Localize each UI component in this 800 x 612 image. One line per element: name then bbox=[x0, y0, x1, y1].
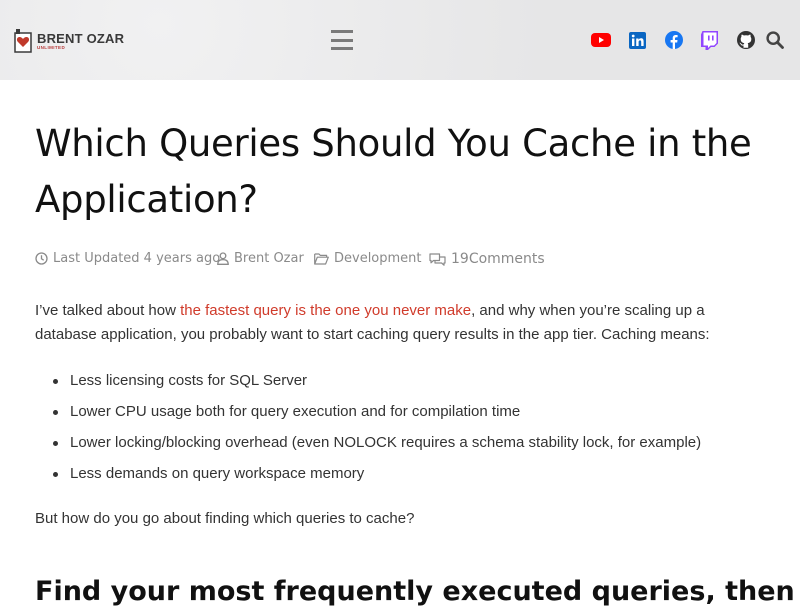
meta-author-link[interactable]: Brent Ozar bbox=[234, 251, 304, 266]
meta-comments-link[interactable]: 19Comments bbox=[451, 251, 545, 267]
fastest-query-link[interactable]: the fastest query is the one you never m… bbox=[180, 302, 471, 319]
logo-name: BRENT OZAR bbox=[37, 30, 125, 46]
list-item: Lower CPU usage both for query execution… bbox=[50, 400, 770, 431]
meta-author[interactable]: Brent Ozar bbox=[217, 251, 304, 266]
meta-comments[interactable]: 19Comments bbox=[429, 251, 545, 267]
site-logo[interactable]: BRENT OZAR UNLIMITED bbox=[13, 26, 124, 56]
meta-updated: Last Updated 4 years ago bbox=[35, 251, 220, 266]
section-heading: Find your most frequently executed queri… bbox=[35, 576, 795, 607]
youtube-icon[interactable] bbox=[591, 30, 611, 50]
search-icon[interactable] bbox=[766, 30, 784, 50]
hamburger-menu-icon[interactable] bbox=[331, 30, 353, 50]
github-icon[interactable] bbox=[736, 30, 755, 50]
twitch-icon[interactable] bbox=[700, 30, 718, 50]
user-icon bbox=[217, 252, 229, 265]
facebook-icon[interactable] bbox=[664, 30, 683, 50]
list-item: Less licensing costs for SQL Server bbox=[50, 369, 770, 400]
meta-category[interactable]: Development bbox=[314, 251, 422, 266]
logo-subtitle: UNLIMITED bbox=[37, 44, 66, 50]
page-title: Which Queries Should You Cache in the Ap… bbox=[35, 122, 752, 221]
benefits-list: Less licensing costs for SQL Server Lowe… bbox=[50, 369, 770, 493]
folder-icon bbox=[314, 252, 329, 265]
comments-icon bbox=[429, 252, 446, 266]
logo-heart-icon bbox=[13, 28, 33, 54]
list-item: Lower locking/blocking overhead (even NO… bbox=[50, 431, 770, 462]
intro-paragraph: I’ve talked about how the fastest query … bbox=[35, 299, 765, 347]
meta-updated-text: Last Updated 4 years ago bbox=[53, 251, 221, 266]
clock-icon bbox=[35, 252, 48, 265]
meta-category-link[interactable]: Development bbox=[334, 251, 422, 266]
post-meta: Last Updated 4 years ago Brent Ozar Deve… bbox=[35, 251, 775, 269]
site-header: BRENT OZAR UNLIMITED bbox=[0, 0, 800, 80]
list-item: Less demands on query workspace memory bbox=[50, 462, 770, 493]
linkedin-icon[interactable] bbox=[628, 30, 646, 50]
intro-text-before: I’ve talked about how bbox=[35, 302, 181, 319]
question-paragraph: But how do you go about finding which qu… bbox=[35, 510, 415, 527]
